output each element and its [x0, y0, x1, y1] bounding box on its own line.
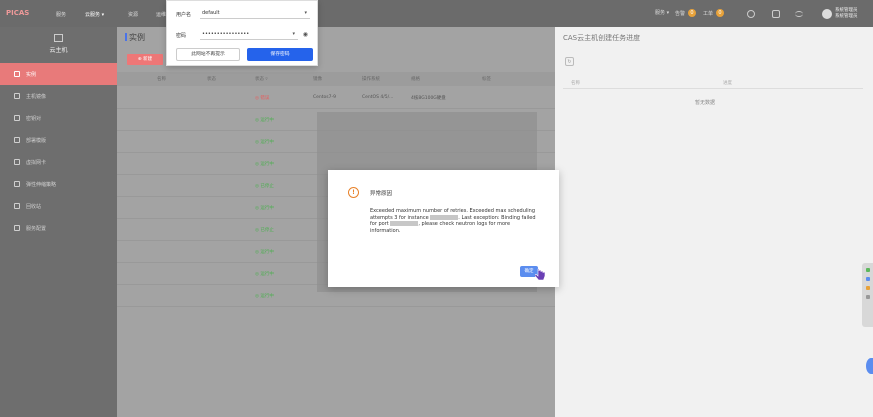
cell-image: Centos7-9 [313, 95, 336, 100]
ticket-badge: 0 [716, 9, 725, 17]
refresh-icon[interactable]: ↻ [565, 57, 574, 66]
error-dialog: ! 异常原因 Exceeded maximum number of retrie… [328, 170, 559, 287]
add-instance-button[interactable]: ⊕ 新建 [127, 54, 163, 65]
tool-icon-blue[interactable] [865, 277, 870, 281]
save-password-button[interactable]: 保存密码 [247, 48, 313, 61]
top-bar: PICAS 服务 云服务 ▾ 资源 运维 服务 ▾ 告警 0 工单 0 系统管理员 … [0, 0, 873, 27]
sidebar-item-instance[interactable]: 实例 [0, 63, 117, 85]
redacted-text [430, 214, 459, 220]
col-spec[interactable]: 规格 [411, 76, 420, 82]
sidebar-item-config[interactable]: 服务配置 [0, 217, 117, 239]
nav-item-service[interactable]: 服务 [56, 11, 66, 18]
tool-icon-green[interactable] [865, 268, 870, 272]
panel-col-name: 名称 [571, 81, 580, 86]
cell-os: CentOS 4/5/... [362, 95, 394, 100]
tool-icon-orange[interactable] [865, 286, 870, 290]
password-label: 密码 [176, 33, 187, 39]
chat-fab-icon[interactable] [866, 358, 873, 374]
nav-item-resource[interactable]: 资源 [128, 11, 138, 18]
dialog-title: 异常原因 [370, 191, 393, 197]
never-save-button[interactable]: 此网站不再提示 [176, 48, 240, 61]
status-badge: ◎ 已停止 [255, 184, 274, 189]
redacted-text [390, 221, 419, 226]
tool-icon-gray[interactable] [865, 295, 870, 299]
empty-state: 暂无数据 [694, 100, 715, 106]
cell-spec: 4核8G100G硬盘 [411, 96, 446, 101]
menu-icon[interactable] [795, 11, 803, 17]
status-badge: ◎ 运行中 [255, 140, 274, 145]
alarm-indicator[interactable]: 告警 0 [675, 9, 697, 17]
nic-icon [14, 159, 20, 165]
sidebar-item-image[interactable]: 主机镜像 [0, 85, 117, 107]
key-icon [14, 115, 20, 121]
sidebar-item-recycle[interactable]: 回收站 [0, 195, 117, 217]
col-name[interactable]: 名称 [157, 76, 166, 82]
config-icon [14, 225, 20, 231]
status-badge: ◎ 运行中 [255, 250, 274, 255]
user-menu[interactable]: 系统管理员 系统管理员 [835, 8, 858, 20]
status-badge: ◎ 运行中 [255, 206, 274, 211]
chevron-down-icon[interactable]: ▾ [292, 31, 295, 37]
nav-item-cloud[interactable]: 云服务 ▾ [85, 11, 104, 18]
template-icon [14, 137, 20, 143]
help-icon[interactable] [747, 10, 755, 18]
col-os[interactable]: 操作系统 [362, 76, 380, 82]
col-status[interactable]: 状态 ▿ [255, 76, 268, 82]
alarm-badge: 0 [688, 9, 697, 17]
image-icon [14, 93, 20, 99]
service-menu[interactable]: 服务 ▾ [655, 9, 669, 16]
sidebar-item-nic[interactable]: 虚拟网卡 [0, 151, 117, 173]
nav-item-ops[interactable]: 运维 [156, 11, 166, 18]
side-toolbar[interactable] [862, 263, 873, 327]
app-logo: PICAS [6, 9, 30, 17]
ticket-indicator[interactable]: 工单 0 [703, 9, 725, 17]
status-badge: ◎ 运行中 [255, 118, 274, 123]
status-badge: ◎ 运行中 [255, 294, 274, 299]
col-image[interactable]: 镜像 [313, 76, 322, 82]
instance-icon [14, 71, 20, 77]
chevron-down-icon[interactable]: ▾ [304, 10, 307, 16]
eye-icon[interactable]: ◉ [303, 31, 308, 38]
status-badge: ◎ 运行中 [255, 272, 274, 277]
sidebar-item-template[interactable]: 部署模版 [0, 129, 117, 151]
col-status-a[interactable]: 状态 [207, 76, 216, 82]
panel-col-progress: 进度 [723, 81, 732, 86]
save-password-popup: 用户名 default ▾ 密码 •••••••••••••••• ▾ ◉ 此网… [166, 0, 318, 66]
hand-cursor-icon [535, 268, 546, 281]
password-field[interactable]: •••••••••••••••• ▾ ◉ [200, 29, 308, 40]
page-title: 实例 [125, 33, 145, 42]
bell-icon[interactable] [772, 10, 780, 18]
username-label: 用户名 [176, 12, 192, 18]
col-tag[interactable]: 标签 [482, 76, 491, 82]
task-progress-panel: CAS云主机创建任务进度 ↻ 名称 进度 暂无数据 [555, 27, 873, 417]
cloud-host-icon [54, 34, 63, 42]
warning-icon: ! [348, 187, 359, 198]
table-header: 名称 状态 状态 ▿ 镜像 操作系统 规格 标签 [117, 72, 555, 86]
sidebar: 云主机 实例 主机镜像 密钥对 部署模版 虚拟网卡 弹性伸缩策略 回收站 服务配… [0, 27, 117, 417]
panel-table-header: 名称 进度 [563, 77, 863, 89]
avatar[interactable] [822, 9, 832, 19]
status-badge: ◎ 错误 [255, 96, 270, 101]
scale-icon [14, 181, 20, 187]
status-badge: ◎ 运行中 [255, 162, 274, 167]
panel-title: CAS云主机创建任务进度 [563, 34, 641, 42]
sidebar-header: 云主机 [0, 27, 117, 63]
username-field[interactable]: default ▾ [200, 8, 310, 19]
status-badge: ◎ 已停止 [255, 228, 274, 233]
sidebar-item-keypair[interactable]: 密钥对 [0, 107, 117, 129]
table-row[interactable]: ◎ 错误 Centos7-9 CentOS 4/5/... 4核8G100G硬盘 [117, 87, 555, 109]
trash-icon [14, 203, 20, 209]
error-message: Exceeded maximum number of retries. Exce… [370, 208, 536, 234]
sidebar-item-autoscale[interactable]: 弹性伸缩策略 [0, 173, 117, 195]
